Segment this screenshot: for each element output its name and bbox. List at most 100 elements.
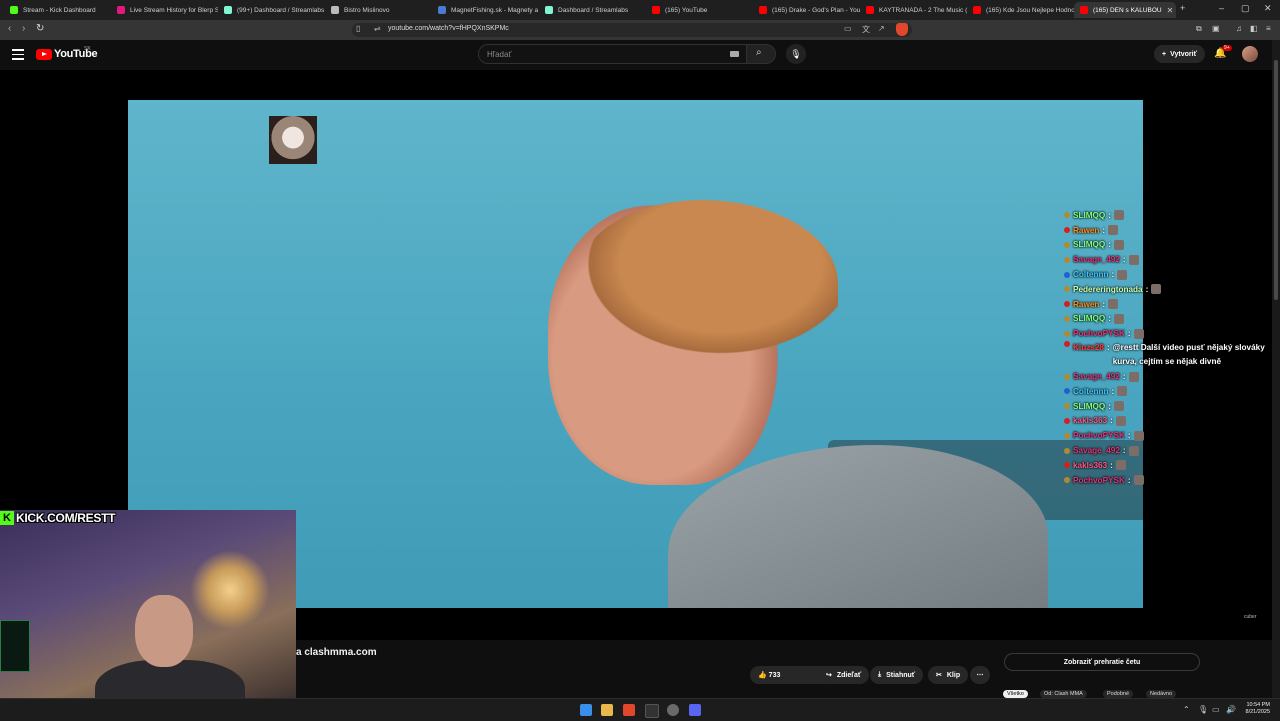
browser-tab[interactable]: (99+) Dashboard / Streamlabs [218, 2, 325, 18]
chat-text: @restt Další video pusť nějaký slováky k… [1112, 343, 1265, 367]
tab-favicon-icon [545, 6, 553, 14]
new-tab-button[interactable]: + [1180, 3, 1185, 13]
browser-tab[interactable]: (165) DEN s KALUBOU ✕ [1074, 2, 1176, 18]
related-filter-chip[interactable]: Nedávno [1146, 690, 1177, 698]
network-icon[interactable]: ▭ [1212, 705, 1220, 714]
windows-taskbar: ⌃ 🎙 ▭ 🔊 10:54 PM 8/21/2025 [0, 698, 1280, 721]
site-info-icon[interactable]: ⇌ [374, 24, 381, 33]
media-icon[interactable]: ♫ [1236, 24, 1242, 33]
tab-close-icon[interactable]: ✕ [1167, 6, 1174, 15]
plus-icon: + [1162, 50, 1167, 58]
chat-username: PochvoPYSK [1073, 475, 1125, 485]
file-explorer-icon[interactable] [601, 704, 613, 716]
mic-tray-icon[interactable]: 🎙 [1198, 705, 1208, 714]
create-button[interactable]: + Vytvoriť [1154, 45, 1205, 63]
search-button[interactable]: ⌕ [746, 44, 776, 64]
browser-tab[interactable]: Stream - Kick Dashboard [4, 2, 111, 18]
tab-favicon-icon [866, 6, 874, 14]
chat-message: PochvoPYSK: [1064, 473, 1274, 488]
chat-emote-icon [1133, 430, 1144, 441]
browser-tab-strip: Stream - Kick Dashboard Live Stream Histo… [0, 0, 1280, 20]
page-scrollbar[interactable] [1272, 40, 1280, 698]
youtube-logo-icon[interactable] [36, 49, 52, 60]
kick-channel-label: KICK.COM/RESTT [16, 511, 116, 525]
windows-start-icon[interactable] [580, 704, 592, 716]
obs-icon[interactable] [667, 704, 679, 716]
chat-emote-icon [1128, 371, 1139, 382]
browser-tab[interactable]: (165) YouTube [646, 2, 753, 18]
system-clock[interactable]: 10:54 PM 8/21/2025 [1246, 702, 1270, 716]
account-avatar[interactable] [1242, 46, 1258, 62]
volume-icon[interactable]: 🔊 [1226, 705, 1236, 714]
back-icon[interactable]: ‹ [8, 23, 11, 34]
brave-shield-icon[interactable] [896, 23, 908, 36]
chat-badge-icon [1064, 341, 1070, 348]
tray-chevron-icon[interactable]: ⌃ [1183, 705, 1190, 714]
extensions-icon[interactable]: ⧉ [1196, 24, 1202, 34]
chat-badge-icon [1064, 477, 1070, 484]
address-bar[interactable]: ▯ ⇌ youtube.com/watch?v=fHPQXnSKPMc ▭ 文 … [352, 23, 912, 37]
keyboard-icon[interactable] [730, 51, 739, 57]
clip-button[interactable]: ✂ Klip [928, 666, 969, 684]
voice-search-icon[interactable]: 🎙 [786, 44, 806, 64]
related-filter-chip[interactable]: Podobné [1103, 690, 1134, 698]
download-button[interactable]: ⤓ Stiahnuť [870, 666, 924, 684]
chat-username: SLIMQQ [1073, 401, 1106, 411]
discord-icon[interactable] [689, 704, 701, 716]
chat-separator: : [1108, 210, 1112, 220]
chat-message: kakls363: [1064, 414, 1274, 429]
browser-tab[interactable]: Live Stream History for Blerp S [111, 2, 218, 18]
search-input[interactable]: Hľadať [478, 44, 748, 64]
chat-emote-icon [1133, 475, 1144, 486]
browser-tab[interactable]: Dashboard / Streamlabs [539, 2, 646, 18]
translate-icon[interactable]: 文 [862, 24, 870, 35]
show-chat-replay-button[interactable]: Zobraziť prehratie četu [1004, 653, 1200, 671]
like-button[interactable]: 👍 733 [758, 671, 780, 679]
tab-title: Bistro Mislinovo [344, 6, 390, 14]
more-actions-button[interactable]: ⋯ [970, 666, 990, 684]
youtube-header: YouTube SK Hľadať ⌕ 🎙 + Vytvoriť 🔔 9+ [0, 40, 1280, 70]
chat-username: SLIMQQ [1073, 210, 1106, 220]
terminal-icon[interactable] [645, 704, 659, 718]
chat-emote-icon [1151, 284, 1162, 295]
chat-message: Savage_492: [1064, 369, 1274, 384]
scrollbar-thumb[interactable] [1274, 60, 1278, 300]
chat-separator: : [1122, 255, 1126, 265]
chat-emote-icon [1114, 210, 1125, 221]
chat-message: SLIMQQ: [1064, 238, 1274, 253]
browser-tab[interactable]: KAYTRANADA - 2 The Music ( [860, 2, 967, 18]
related-filter-chip[interactable]: Od: Clash MMA [1040, 690, 1087, 698]
chat-separator: : [1108, 401, 1112, 411]
tab-title: KAYTRANADA - 2 The Music ( [879, 6, 967, 14]
browser-tab[interactable]: (165) Drake - God's Plan - You [753, 2, 860, 18]
sidebar-icon[interactable]: ◧ [1250, 24, 1258, 33]
browser-tab[interactable]: (165) Kde Jsou Nejlepe Hodno [967, 2, 1074, 18]
chat-badge-icon [1064, 241, 1070, 248]
related-filter-chip[interactable]: Všetko [1003, 690, 1028, 698]
reload-icon[interactable]: ↻ [36, 23, 44, 34]
close-window-button[interactable]: ✕ [1264, 3, 1272, 14]
webcam-lamp [190, 550, 270, 630]
bookmark-icon[interactable]: ▯ [356, 24, 360, 33]
chat-message: kakls363: [1064, 458, 1274, 473]
menu-icon[interactable]: ≡ [1266, 24, 1271, 33]
chat-username: kakls363 [1073, 460, 1108, 470]
browser-tab[interactable]: MagnetFishing.sk - Magnety a [432, 2, 539, 18]
guide-menu-icon[interactable] [12, 49, 24, 63]
maximize-button[interactable]: ▢ [1241, 3, 1250, 14]
share-button[interactable]: ↪ Zdieľať [818, 666, 870, 684]
minimize-button[interactable]: – [1219, 3, 1224, 13]
tab-title: (165) YouTube [665, 6, 708, 14]
chat-username: Coltennn [1073, 386, 1109, 396]
chat-emote-icon [1115, 460, 1126, 471]
chat-badge-icon [1064, 330, 1070, 337]
wallet-icon[interactable]: ▣ [1212, 24, 1220, 33]
share-icon[interactable]: ↗ [878, 24, 885, 33]
cast-icon[interactable]: ▭ [844, 24, 852, 33]
brave-browser-icon[interactable] [623, 704, 635, 716]
tab-favicon-icon [438, 6, 446, 14]
chat-badge-icon [1064, 388, 1070, 395]
browser-tab[interactable]: Bistro Mislinovo [325, 2, 432, 18]
forward-icon[interactable]: › [22, 23, 25, 34]
chat-separator: : [1122, 372, 1126, 382]
